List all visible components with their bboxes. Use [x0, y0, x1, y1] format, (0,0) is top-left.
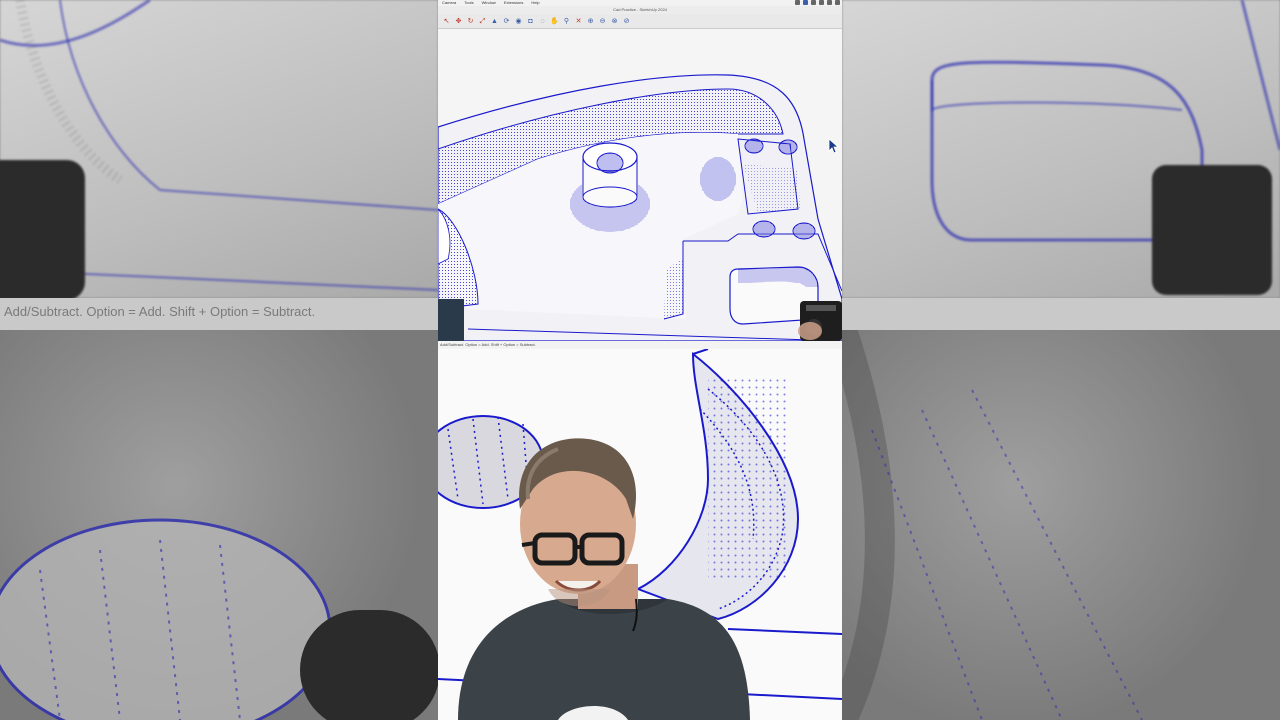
status-icon[interactable] [827, 0, 832, 5]
status-hint: Add/Subtract. Option = Add. Shift + Opti… [438, 341, 842, 349]
pan-tool-icon[interactable]: ✋ [550, 17, 559, 26]
status-icon[interactable] [835, 0, 840, 5]
left-blurred-background: Add/Subtract. Option = Add. Shift + Opti… [0, 0, 438, 720]
cad-model-wireframe [438, 74, 842, 341]
right-blurred-background [842, 0, 1280, 720]
rotate-tool-icon[interactable]: ↻ [466, 17, 475, 26]
status-icon[interactable] [803, 0, 808, 5]
orbit-tool-icon[interactable]: ◌ [538, 17, 547, 26]
blurred-spacemouse [1152, 165, 1272, 295]
solid-trim-icon[interactable]: ⊘ [622, 17, 631, 26]
status-icon[interactable] [795, 0, 800, 5]
blurred-model-view [0, 0, 438, 300]
offset-tool-icon[interactable]: ◉ [514, 17, 523, 26]
presenter-shoulder-corner [438, 299, 464, 341]
blurred-webcam-view [0, 330, 438, 720]
select-tool-icon[interactable]: ↖ [442, 17, 451, 26]
move-tool-icon[interactable]: ✥ [454, 17, 463, 26]
solid-intersect-icon[interactable]: ⊗ [610, 17, 619, 26]
boss-hole [596, 152, 624, 174]
step-hole-2 [792, 222, 816, 240]
zoom-tool-icon[interactable]: ⚲ [562, 17, 571, 26]
webcam-scene [438, 349, 842, 720]
blurred-webcam-view-right [842, 325, 1280, 720]
sketchup-viewport[interactable] [438, 29, 842, 341]
tape-tool-icon[interactable]: ◘ [526, 17, 535, 26]
scale-tool-icon[interactable]: ⤢ [478, 17, 487, 26]
status-icon[interactable] [811, 0, 816, 5]
followme-tool-icon[interactable]: ⟳ [502, 17, 511, 26]
pushpull-tool-icon[interactable]: ▲ [490, 17, 499, 26]
solid-union-icon[interactable]: ⊕ [586, 17, 595, 26]
blurred-model-view-right [842, 0, 1280, 298]
status-icon[interactable] [819, 0, 824, 5]
solid-subtract-icon[interactable]: ⊖ [598, 17, 607, 26]
tool-bar: ↖ ✥ ↻ ⤢ ▲ ⟳ ◉ ◘ ◌ ✋ ⚲ ✕ ⊕ ⊖ ⊗ ⊘ [438, 14, 842, 29]
blurred-person-shoulder [0, 160, 85, 300]
block-hole-1 [744, 138, 764, 154]
presenter-torso [458, 599, 750, 720]
blurred-status-hint: Add/Subtract. Option = Add. Shift + Opti… [4, 304, 316, 319]
step-hole-1 [752, 220, 776, 238]
block-hole-2 [778, 139, 798, 155]
blurred-status-band-right [842, 298, 1280, 330]
main-video-frame: Camera Tools Window Extensions Help Cad … [438, 0, 842, 720]
blurred-person-head [300, 610, 438, 720]
window-title: Cad Practice - SketchUp 2024 [438, 6, 842, 14]
blurred-curved-surface [842, 325, 1143, 720]
webcam-overlay [438, 349, 842, 720]
zoomed-floor-edge [727, 628, 842, 635]
mouse-pointer-icon [828, 138, 840, 154]
zoom-extents-icon[interactable]: ✕ [574, 17, 583, 26]
spacemouse-device [798, 301, 842, 341]
